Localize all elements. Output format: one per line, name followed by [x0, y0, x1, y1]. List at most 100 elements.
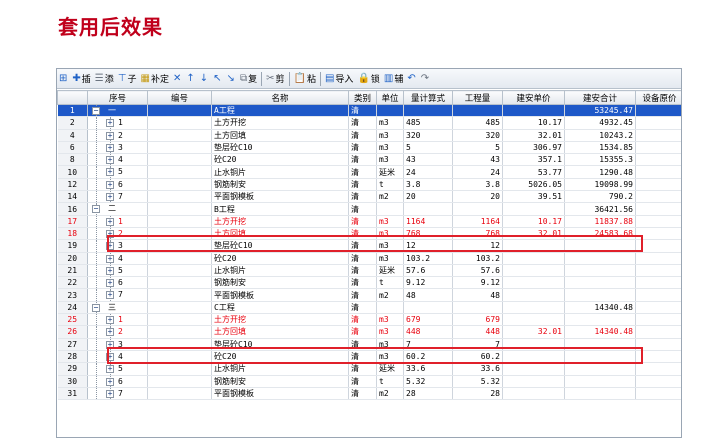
quantity-cell[interactable]: 5.32 [452, 375, 503, 388]
equipment-price-cell[interactable] [635, 116, 681, 130]
equipment-price-cell[interactable] [635, 301, 681, 315]
type-cell[interactable]: 清 [348, 301, 377, 315]
equipment-price-cell[interactable] [635, 104, 681, 118]
type-cell[interactable]: 清 [348, 264, 377, 278]
unit-price-cell[interactable]: 10.17 [502, 215, 565, 228]
unit-price-cell[interactable] [502, 313, 565, 327]
table-row[interactable]: 31 +7 平面钢模板清 m2 28 28 [57, 387, 681, 401]
type-cell[interactable]: 清 [348, 375, 377, 388]
equipment-price-cell[interactable] [635, 165, 681, 179]
name-cell[interactable]: 土方回填 [211, 325, 349, 339]
quantity-cell[interactable] [452, 202, 503, 216]
sequence-cell[interactable]: +1 [87, 313, 148, 327]
column-header[interactable]: 单位 [376, 90, 404, 105]
quantity-cell[interactable]: 20 [452, 190, 503, 204]
quantity-cell[interactable]: 1164 [452, 215, 503, 228]
unit-cell[interactable]: m2 [376, 288, 404, 302]
unit-price-cell[interactable] [502, 375, 565, 388]
equipment-price-cell[interactable] [635, 288, 681, 302]
add-button[interactable]: ☰ 添 [93, 70, 116, 88]
quantity-cell[interactable]: 57.6 [452, 264, 503, 278]
copy-button[interactable]: ⧉ 复 [238, 70, 259, 88]
type-cell[interactable]: 清 [348, 350, 377, 364]
unit-cell[interactable]: m3 [376, 153, 404, 167]
code-cell[interactable] [147, 239, 212, 253]
undo-button[interactable]: ↶ [405, 70, 418, 88]
table-row[interactable]: 19 +3 垫层砼C10 清 m3 12 12 [57, 239, 681, 253]
unit-price-cell[interactable] [502, 252, 565, 265]
sequence-cell[interactable]: +1 [87, 215, 148, 228]
equipment-price-cell[interactable] [635, 178, 681, 192]
unit-price-cell[interactable] [502, 276, 565, 290]
unit-cell[interactable]: t [376, 276, 404, 290]
total-cell[interactable] [564, 239, 636, 253]
unit-cell[interactable]: m2 [376, 190, 404, 204]
collapse-icon[interactable]: − [92, 303, 100, 312]
quantity-cell[interactable]: 103.2 [452, 252, 503, 265]
total-cell[interactable] [564, 387, 636, 401]
column-header[interactable]: 设备原价 [635, 90, 681, 105]
table-row[interactable]: 14 +7 平面钢模板清 m2 20 20 39.51 790.2 [57, 190, 681, 204]
quantity-cell[interactable]: 9.12 [452, 276, 503, 290]
table-row[interactable]: 2 +1 土方开挖清 m3 485 485 10.17 4932.45 [57, 116, 681, 130]
unit-price-cell[interactable] [502, 202, 565, 216]
sequence-cell[interactable]: +5 [87, 165, 148, 179]
total-cell[interactable] [564, 264, 636, 278]
name-cell[interactable]: 土方回填 [211, 129, 349, 142]
name-cell[interactable]: 土方回填 [211, 227, 349, 241]
table-row[interactable]: 24− 三 C工程清 14340.48 [57, 301, 681, 315]
formula-cell[interactable]: 20 [403, 190, 453, 204]
formula-cell[interactable]: 103.2 [403, 252, 453, 265]
sequence-cell[interactable]: +2 [87, 129, 148, 142]
sequence-cell[interactable]: +3 [87, 338, 148, 351]
unit-cell[interactable]: m3 [376, 227, 404, 241]
table-row[interactable]: 30 +6 钢筋制安清 t 5.32 5.32 [57, 375, 681, 388]
name-cell[interactable]: 止水铜片 [211, 165, 349, 179]
table-row[interactable]: 18 +2 土方回填清 m3 768 768 32.01 24583.68 [57, 227, 681, 241]
name-cell[interactable]: 平面钢模板 [211, 288, 349, 302]
equipment-price-cell[interactable] [635, 190, 681, 204]
unit-cell[interactable]: m3 [376, 141, 404, 155]
name-cell[interactable]: 砼C20 [211, 350, 349, 364]
unit-cell[interactable]: 延米 [376, 264, 404, 278]
code-cell[interactable] [147, 301, 212, 315]
unit-cell[interactable]: 延米 [376, 362, 404, 376]
tree-view-button[interactable]: ⊞ [57, 70, 70, 88]
total-cell[interactable]: 790.2 [564, 190, 636, 204]
total-cell[interactable] [564, 362, 636, 376]
formula-cell[interactable]: 1164 [403, 215, 453, 228]
type-cell[interactable]: 清 [348, 387, 377, 401]
unit-cell[interactable]: m3 [376, 215, 404, 228]
type-cell[interactable]: 清 [348, 239, 377, 253]
formula-cell[interactable]: 5 [403, 141, 453, 155]
code-cell[interactable] [147, 215, 212, 228]
sequence-cell[interactable]: +3 [87, 141, 148, 155]
table-row[interactable]: 1− 一 A工程清 53245.47 [57, 104, 681, 118]
code-cell[interactable] [147, 350, 212, 364]
formula-cell[interactable]: 33.6 [403, 362, 453, 376]
total-cell[interactable] [564, 338, 636, 351]
formula-cell[interactable]: 24 [403, 165, 453, 179]
code-cell[interactable] [147, 264, 212, 278]
unit-price-cell[interactable]: 32.01 [502, 325, 565, 339]
total-cell[interactable] [564, 288, 636, 302]
table-row[interactable]: 20 +4 砼C20 清 m3 103.2 103.2 [57, 252, 681, 265]
sequence-cell[interactable]: +7 [87, 190, 148, 204]
quantity-cell[interactable]: 7 [452, 338, 503, 351]
equipment-price-cell[interactable] [635, 387, 681, 401]
name-cell[interactable]: 钢筋制安 [211, 276, 349, 290]
code-cell[interactable] [147, 116, 212, 130]
equipment-price-cell[interactable] [635, 227, 681, 241]
sequence-cell[interactable]: +1 [87, 116, 148, 130]
equipment-price-cell[interactable] [635, 313, 681, 327]
formula-cell[interactable] [403, 301, 453, 315]
type-cell[interactable]: 清 [348, 313, 377, 327]
equipment-price-cell[interactable] [635, 375, 681, 388]
unit-price-cell[interactable] [502, 387, 565, 401]
quantity-cell[interactable]: 28 [452, 387, 503, 401]
sequence-cell[interactable]: +7 [87, 387, 148, 401]
name-cell[interactable]: 土方开挖 [211, 116, 349, 130]
outdent-button[interactable]: ↖ [211, 70, 224, 88]
expand-icon[interactable]: + [106, 266, 114, 275]
name-cell[interactable]: 钢筋制安 [211, 375, 349, 388]
